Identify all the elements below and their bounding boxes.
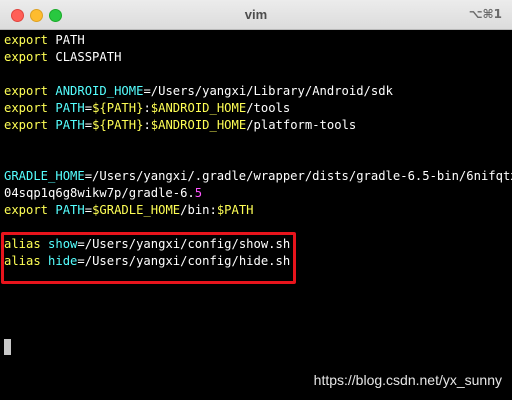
watermark: https://blog.csdn.net/yx_sunny bbox=[313, 372, 502, 388]
code-token: export bbox=[4, 50, 49, 64]
code-token: $PATH bbox=[216, 203, 254, 217]
code-token: /platform-tools bbox=[246, 118, 357, 132]
code-token: PATH bbox=[55, 118, 85, 132]
code-token: = bbox=[84, 203, 93, 217]
code-token: =/Users/yangxi/.gradle/wrapper/dists/gra… bbox=[84, 169, 512, 183]
code-token: ANDROID_HOME bbox=[55, 84, 144, 98]
code-token: $ANDROID_HOME bbox=[150, 101, 247, 115]
code-token: $ANDROID_HOME bbox=[150, 118, 247, 132]
code-token: : bbox=[143, 101, 151, 115]
window-title: vim bbox=[244, 7, 268, 22]
code-token: PATH bbox=[48, 33, 85, 47]
terminal-line: export PATH=${PATH}:$ANDROID_HOME/platfo… bbox=[4, 117, 510, 134]
code-token: export bbox=[4, 118, 49, 132]
terminal-line: export CLASSPATH bbox=[4, 49, 510, 66]
code-token: /tools bbox=[246, 101, 291, 115]
code-token: export bbox=[4, 84, 49, 98]
code-token: export bbox=[4, 203, 49, 217]
code-token: 04sqp1q6g8wikw7p/gradle-6. bbox=[4, 186, 195, 200]
code-token: /bin: bbox=[180, 203, 217, 217]
terminal-line: 04sqp1q6g8wikw7p/gradle-6.5 bbox=[4, 185, 510, 202]
terminal-window: vim ⌥⌘1 export PATH export CLASSPATH expo… bbox=[0, 0, 512, 400]
code-token: = bbox=[84, 101, 93, 115]
alias-highlight-box bbox=[1, 232, 296, 284]
terminal-line: export PATH bbox=[4, 32, 510, 49]
code-token: 5 bbox=[194, 186, 203, 200]
code-token: ${PATH} bbox=[92, 118, 144, 132]
terminal-line: GRADLE_HOME=/Users/yangxi/.gradle/wrappe… bbox=[4, 168, 512, 185]
code-token: $GRADLE_HOME bbox=[92, 203, 181, 217]
code-token: export bbox=[4, 33, 49, 47]
code-token: PATH bbox=[55, 203, 85, 217]
terminal-line: export PATH=$GRADLE_HOME/bin:$PATH bbox=[4, 202, 510, 219]
terminal-line: export PATH=${PATH}:$ANDROID_HOME/tools bbox=[4, 100, 510, 117]
terminal-line: export ANDROID_HOME=/Users/yangxi/Librar… bbox=[4, 83, 510, 100]
code-token: GRADLE_HOME bbox=[4, 169, 85, 183]
text-cursor bbox=[4, 339, 11, 355]
code-token: =/Users/yangxi/Library/Android/sdk bbox=[143, 84, 393, 98]
code-token: export bbox=[4, 101, 49, 115]
code-token: ${PATH} bbox=[92, 101, 144, 115]
code-token: PATH bbox=[55, 101, 85, 115]
code-token: CLASSPATH bbox=[48, 50, 122, 64]
code-token: : bbox=[143, 118, 151, 132]
window-shortcut-label: ⌥⌘1 bbox=[468, 7, 502, 21]
code-token: = bbox=[84, 118, 93, 132]
title-bar[interactable]: vim ⌥⌘1 bbox=[0, 0, 512, 30]
